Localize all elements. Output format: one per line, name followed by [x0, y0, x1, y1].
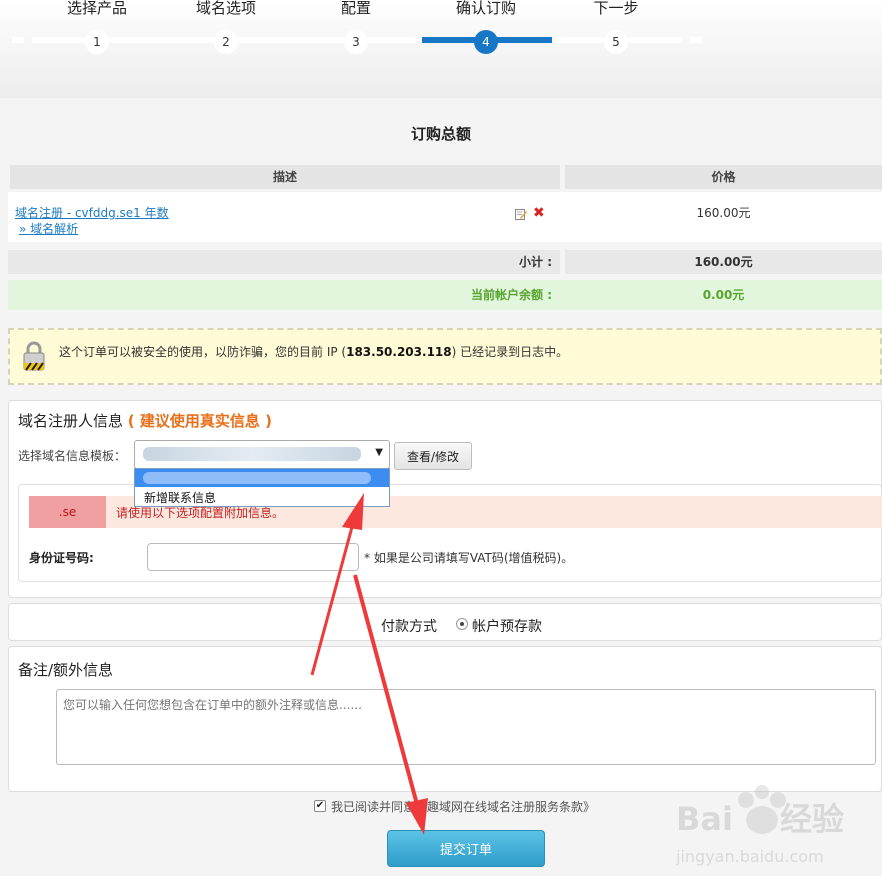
- watermark-logo: Bai 经验 jingyan.baidu.com: [676, 785, 844, 866]
- balance-row: 当前帐户余额 : 0.00元: [8, 280, 882, 310]
- step-label-1: 选择产品: [66, 0, 127, 17]
- edit-icon[interactable]: [515, 208, 527, 220]
- view-edit-button[interactable]: 查看/修改: [394, 442, 472, 470]
- lock-icon: [23, 341, 45, 371]
- payment-radio[interactable]: [456, 618, 468, 630]
- payment-panel: [8, 603, 882, 641]
- delete-icon[interactable]: ✖: [533, 206, 545, 220]
- subtotal-value: 160.00元: [565, 250, 882, 274]
- notes-textarea[interactable]: [56, 689, 876, 765]
- id-number-input[interactable]: [147, 543, 359, 571]
- id-number-label: 身份证号码:: [29, 551, 94, 565]
- agree-text: 我已阅读并同意《趣域网在线域名注册服务条款》: [331, 800, 596, 814]
- redacted-selected-value: [143, 447, 361, 461]
- registrant-title: 域名注册人信息 ( 建议使用真实信息 ): [18, 412, 272, 430]
- submit-order-button[interactable]: 提交订单: [387, 830, 545, 867]
- progress-steps: 选择产品 域名选项 配置 确认订购 下一步 1 2 3 4 5: [0, 0, 882, 98]
- balance-value: 0.00元: [702, 288, 745, 302]
- step-label-2: 域名选项: [195, 0, 256, 17]
- item-price: 160.00元: [696, 206, 751, 220]
- id-number-hint: * 如果是公司请填写VAT码(增值税码)。: [364, 551, 574, 565]
- ip-address: 183.50.203.118: [346, 345, 452, 359]
- step-number-3: 3: [344, 30, 368, 54]
- tld-tag: .se: [29, 496, 106, 528]
- step-label-3: 配置: [340, 0, 371, 17]
- step-number-1: 1: [85, 30, 109, 54]
- svg-text:Bai: Bai: [676, 800, 733, 838]
- agree-checkbox[interactable]: ✔: [314, 800, 326, 812]
- template-label: 选择域名信息模板：: [18, 449, 127, 463]
- svg-text:经验: 经验: [780, 800, 844, 838]
- step-number-5: 5: [604, 30, 628, 54]
- order-item-link[interactable]: 域名注册 - cvfddg.se1 年数: [15, 204, 169, 221]
- step-track: [690, 37, 702, 43]
- column-header-price: 价格: [565, 165, 882, 189]
- dropdown-option-new-contact[interactable]: 新增联系信息: [144, 489, 216, 506]
- notes-title: 备注/额外信息: [18, 661, 114, 679]
- subtotal-row: 小计 : 160.00元: [8, 250, 882, 274]
- balance-label: 当前帐户余额 :: [471, 288, 552, 302]
- step-label-4: 确认订购: [455, 0, 516, 17]
- step-number-4: 4: [474, 30, 498, 54]
- column-header-description: 描述: [10, 165, 560, 189]
- registrant-title-hint: ( 建议使用真实信息 ): [127, 412, 272, 430]
- chevron-down-icon: ▼: [375, 447, 383, 458]
- dns-service-link[interactable]: » 域名解析: [19, 220, 78, 237]
- payment-method-label: 付款方式: [381, 619, 437, 635]
- step-track: [12, 37, 24, 43]
- subtotal-label: 小计 :: [8, 250, 560, 274]
- security-notice-text: 这个订单可以被安全的使用，以防诈骗，您的目前 IP (183.50.203.11…: [59, 345, 569, 359]
- step-label-5: 下一步: [593, 0, 639, 17]
- contact-template-dropdown: 新增联系信息: [134, 468, 390, 507]
- svg-text:jingyan.baidu.com: jingyan.baidu.com: [676, 847, 824, 866]
- payment-option-label: 帐户预存款: [472, 619, 542, 635]
- step-number-2: 2: [214, 30, 238, 54]
- contact-template-select[interactable]: ▼: [134, 440, 390, 469]
- redacted-option: [143, 472, 371, 484]
- order-summary-title: 订购总额: [410, 125, 471, 143]
- dropdown-option-highlighted[interactable]: [135, 469, 389, 487]
